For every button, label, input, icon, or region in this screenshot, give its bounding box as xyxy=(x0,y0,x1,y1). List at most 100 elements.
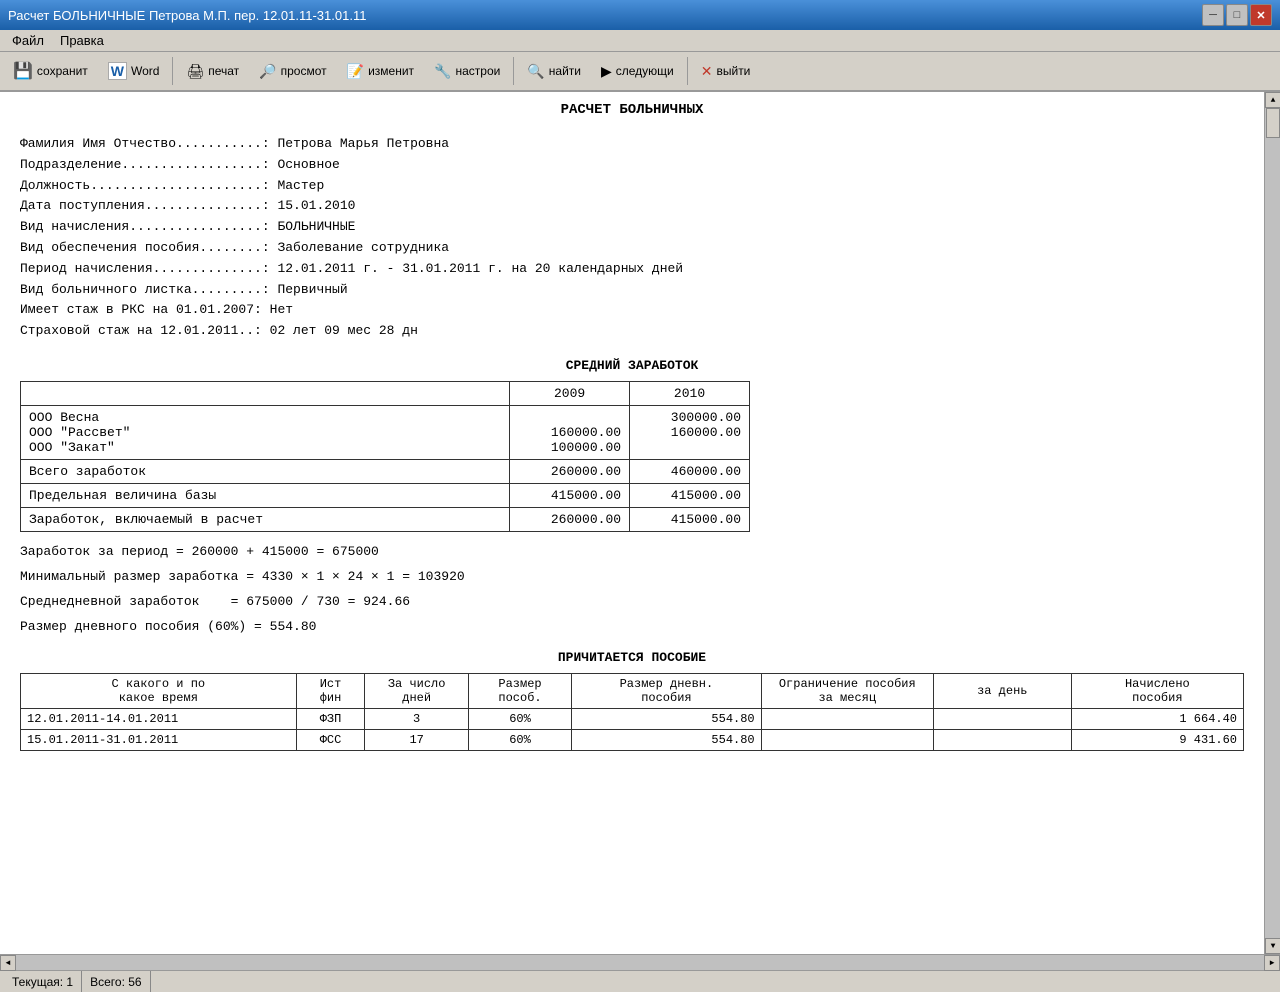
title-bar-buttons: ─ □ ✕ xyxy=(1202,4,1272,26)
exit-label: выйти xyxy=(716,64,750,78)
settings-button[interactable]: 🔧 настрои xyxy=(425,55,509,87)
benefits-row2-limit-day xyxy=(933,729,1071,750)
view-label: просмот xyxy=(281,64,327,78)
earnings-col-desc-header xyxy=(21,381,510,405)
benefits-row-2: 15.01.2011-31.01.2011 ФСС 17 60% 554.80 … xyxy=(21,729,1244,750)
edit-icon: 📝 xyxy=(347,63,364,80)
minimize-button[interactable]: ─ xyxy=(1202,4,1224,26)
earnings-limit-desc: Предельная величина базы xyxy=(21,483,510,507)
benefits-row1-period: 12.01.2011-14.01.2011 xyxy=(21,708,297,729)
field-insurance: Страховой стаж на 12.01.2011..: 02 лет 0… xyxy=(20,321,1244,342)
earnings-row-limit: Предельная величина базы 415000.00 41500… xyxy=(21,483,750,507)
scroll-right-button[interactable]: ► xyxy=(1264,955,1280,971)
benefits-row1-limit-month xyxy=(761,708,933,729)
next-icon: ▶ xyxy=(601,63,612,80)
scroll-thumb-vertical[interactable] xyxy=(1266,108,1280,138)
print-label: печат xyxy=(208,64,239,78)
scroll-left-button[interactable]: ◄ xyxy=(0,955,16,971)
edit-button[interactable]: 📝 изменит xyxy=(338,55,423,87)
formula-daily-benefit: Размер дневного пособия (60%) = 554.80 xyxy=(20,619,1244,634)
menu-edit[interactable]: Правка xyxy=(52,31,112,50)
save-button[interactable]: 💾 сохранит xyxy=(4,55,97,87)
menu-file[interactable]: Файл xyxy=(4,31,52,50)
benefits-row2-source: ФСС xyxy=(296,729,365,750)
menu-bar: Файл Правка xyxy=(0,30,1280,52)
earnings-included-2010: 415000.00 xyxy=(630,507,750,531)
benefits-row2-daily: 554.80 xyxy=(572,729,761,750)
benefits-title: ПРИЧИТАЕТСЯ ПОСОБИЕ xyxy=(20,650,1244,665)
next-button[interactable]: ▶ следующи xyxy=(592,55,683,87)
scroll-up-button[interactable]: ▲ xyxy=(1265,92,1280,108)
earnings-col-2009-header: 2009 xyxy=(510,381,630,405)
save-label: сохранит xyxy=(37,64,88,78)
find-button[interactable]: 🔍 найти xyxy=(518,55,590,87)
field-position: Должность......................: Мастер xyxy=(20,176,1244,197)
benefits-row2-accrued: 9 431.60 xyxy=(1071,729,1243,750)
earnings-total-2009: 260000.00 xyxy=(510,459,630,483)
print-button[interactable]: 🖨 печат xyxy=(177,55,248,87)
toolbar-sep-3 xyxy=(687,57,688,85)
earnings-limit-2009: 415000.00 xyxy=(510,483,630,507)
benefits-row1-daily: 554.80 xyxy=(572,708,761,729)
fields-section: Фамилия Имя Отчество...........: Петрова… xyxy=(20,134,1244,342)
title-bar: Расчет БОЛЬНИЧНЫЕ Петрова М.П. пер. 12.0… xyxy=(0,0,1280,30)
benefits-col-days: За числодней xyxy=(365,673,468,708)
find-icon: 🔍 xyxy=(527,63,544,80)
benefits-row1-accrued: 1 664.40 xyxy=(1071,708,1243,729)
view-button[interactable]: 🔎 просмот xyxy=(250,55,335,87)
main-area: РАСЧЕТ БОЛЬНИЧНЫХ Фамилия Имя Отчество..… xyxy=(0,92,1280,954)
view-icon: 🔎 xyxy=(259,63,276,80)
exit-button[interactable]: ✕ выйти xyxy=(692,55,760,87)
earnings-total-2010: 460000.00 xyxy=(630,459,750,483)
word-button[interactable]: W Word xyxy=(99,55,169,87)
benefits-col-source: Истфин xyxy=(296,673,365,708)
scroll-track-horizontal[interactable] xyxy=(16,955,1264,970)
horizontal-scrollbar[interactable]: ◄ ► xyxy=(0,954,1280,970)
scroll-down-button[interactable]: ▼ xyxy=(1265,938,1280,954)
find-label: найти xyxy=(549,64,581,78)
word-icon: W xyxy=(108,62,127,80)
earnings-limit-2010: 415000.00 xyxy=(630,483,750,507)
benefits-row2-limit-month xyxy=(761,729,933,750)
settings-icon: 🔧 xyxy=(434,63,451,80)
earnings-row-orgs: ООО Весна ООО "Рассвет" ООО "Закат" 1600… xyxy=(21,405,750,459)
close-button[interactable]: ✕ xyxy=(1250,4,1272,26)
toolbar: 💾 сохранит W Word 🖨 печат 🔎 просмот 📝 из… xyxy=(0,52,1280,92)
print-icon: 🖨 xyxy=(186,63,204,80)
status-total: Всего: 56 xyxy=(82,971,150,992)
exit-icon: ✕ xyxy=(701,63,713,80)
document-title: РАСЧЕТ БОЛЬНИЧНЫХ xyxy=(20,102,1244,118)
next-label: следующи xyxy=(616,64,674,78)
status-current: Текущая: 1 xyxy=(4,971,82,992)
benefits-row1-days: 3 xyxy=(365,708,468,729)
earnings-orgs-2010: 300000.00 160000.00 xyxy=(630,405,750,459)
scroll-track-vertical[interactable] xyxy=(1265,108,1280,938)
benefits-row2-period: 15.01.2011-31.01.2011 xyxy=(21,729,297,750)
benefits-col-accrued: Начисленопособия xyxy=(1071,673,1243,708)
content-area[interactable]: РАСЧЕТ БОЛЬНИЧНЫХ Фамилия Имя Отчество..… xyxy=(0,92,1264,954)
benefits-row1-pct: 60% xyxy=(468,708,571,729)
field-startdate: Дата поступления...............: 15.01.2… xyxy=(20,196,1244,217)
earnings-orgs-2009: 160000.00 100000.00 xyxy=(510,405,630,459)
field-accrual-type: Вид начисления.................: БОЛЬНИЧ… xyxy=(20,217,1244,238)
benefits-row1-source: ФЗП xyxy=(296,708,365,729)
maximize-button[interactable]: □ xyxy=(1226,4,1248,26)
vertical-scrollbar[interactable]: ▲ ▼ xyxy=(1264,92,1280,954)
benefits-header-row: С какого и покакое время Истфин За число… xyxy=(21,673,1244,708)
toolbar-sep-2 xyxy=(513,57,514,85)
window-title: Расчет БОЛЬНИЧНЫЕ Петрова М.П. пер. 12.0… xyxy=(8,8,1202,23)
earnings-table: 2009 2010 ООО Весна ООО "Рассвет" ООО "З… xyxy=(20,381,750,532)
field-benefit-type: Вид обеспечения пособия........: Заболев… xyxy=(20,238,1244,259)
save-icon: 💾 xyxy=(13,61,33,81)
benefits-col-limit-month: Ограничение пособияза месяц xyxy=(761,673,933,708)
toolbar-sep-1 xyxy=(172,57,173,85)
status-bar: Текущая: 1 Всего: 56 xyxy=(0,970,1280,992)
earnings-total-desc: Всего заработок xyxy=(21,459,510,483)
benefits-table: С какого и покакое время Истфин За число… xyxy=(20,673,1244,751)
field-rks: Имеет стаж в РКС на 01.01.2007: Нет xyxy=(20,300,1244,321)
benefits-col-period: С какого и покакое время xyxy=(21,673,297,708)
benefits-col-pct: Размерпособ. xyxy=(468,673,571,708)
earnings-col-2010-header: 2010 xyxy=(630,381,750,405)
field-fio: Фамилия Имя Отчество...........: Петрова… xyxy=(20,134,1244,155)
formula-period: Заработок за период = 260000 + 415000 = … xyxy=(20,544,1244,559)
